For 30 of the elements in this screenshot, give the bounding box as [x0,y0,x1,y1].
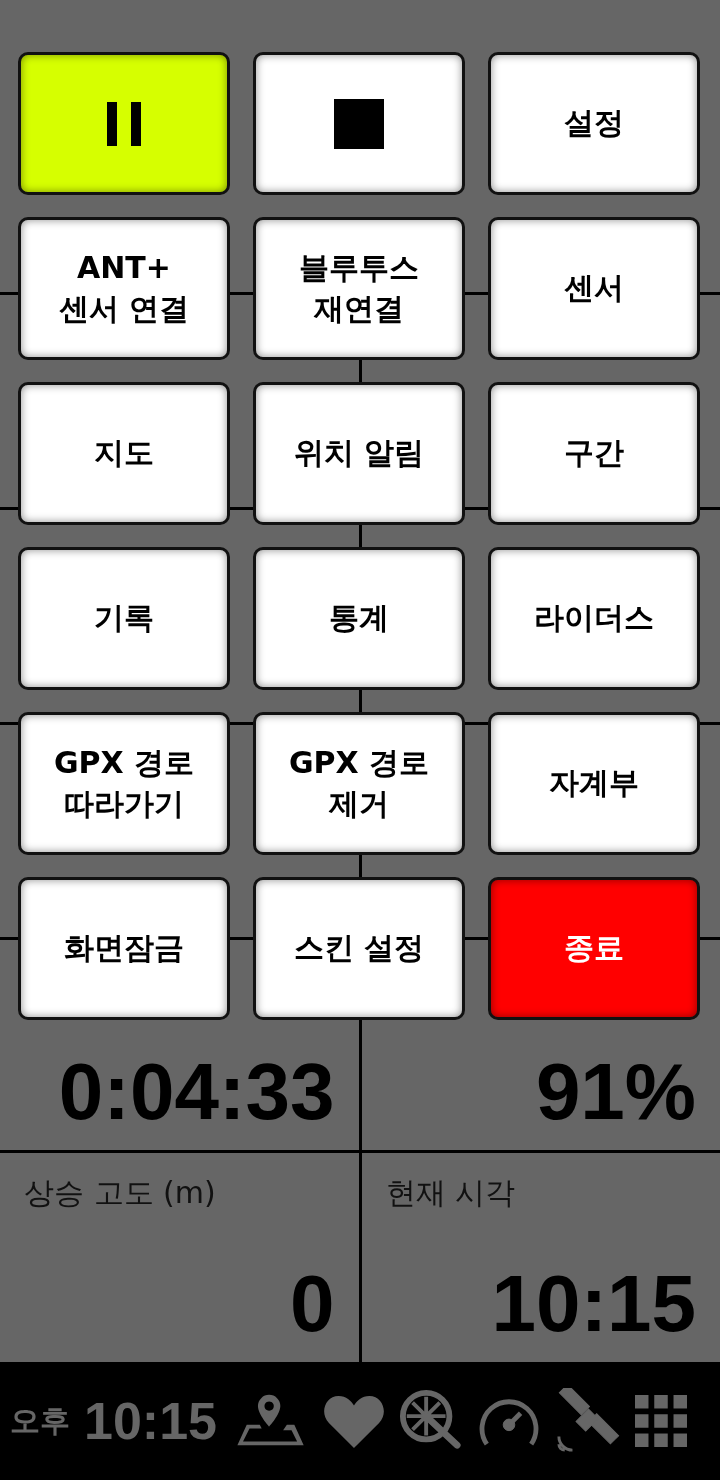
menu-button[interactable]: 자계부 [488,712,700,855]
heart-icon[interactable] [323,1394,385,1448]
menu-button[interactable]: ANT+ 센서 연결 [18,217,230,360]
field-value: 0 [290,1258,335,1350]
menu-button[interactable]: 기록 [18,547,230,690]
menu-button[interactable]: 통계 [253,547,465,690]
pause-button[interactable] [18,52,230,195]
menu-button[interactable]: 위치 알림 [253,382,465,525]
field-label: 상승 고도 (m) [24,1174,216,1212]
menu-button[interactable]: 화면잠금 [18,877,230,1020]
stop-button[interactable] [253,52,465,195]
menu-button[interactable]: 스킨 설정 [253,877,465,1020]
menu-button[interactable]: 라이더스 [488,547,700,690]
satellite-icon[interactable] [555,1388,621,1454]
menu-button[interactable]: 센서 [488,217,700,360]
apps-grid-icon[interactable] [635,1395,687,1447]
field-label: 현재 시각 [385,1174,516,1212]
clock-time: 10:15 [84,1391,217,1451]
stop-icon [334,98,384,149]
menu-button[interactable]: 설정 [488,52,700,195]
menu-button[interactable]: 블루투스 재연결 [253,217,465,360]
menu-button[interactable]: 지도 [18,382,230,525]
menu-button[interactable]: GPX 경로 따라가기 [18,712,230,855]
field-value: 10:15 [491,1258,696,1350]
menu-button[interactable]: 구간 [488,382,700,525]
menu-button[interactable]: GPX 경로 제거 [253,712,465,855]
field-value: 91% [535,1046,696,1138]
field-value: 0:04:33 [58,1046,335,1138]
menu-button[interactable]: 종료 [488,877,700,1020]
time-period: 오후 [10,1401,70,1440]
